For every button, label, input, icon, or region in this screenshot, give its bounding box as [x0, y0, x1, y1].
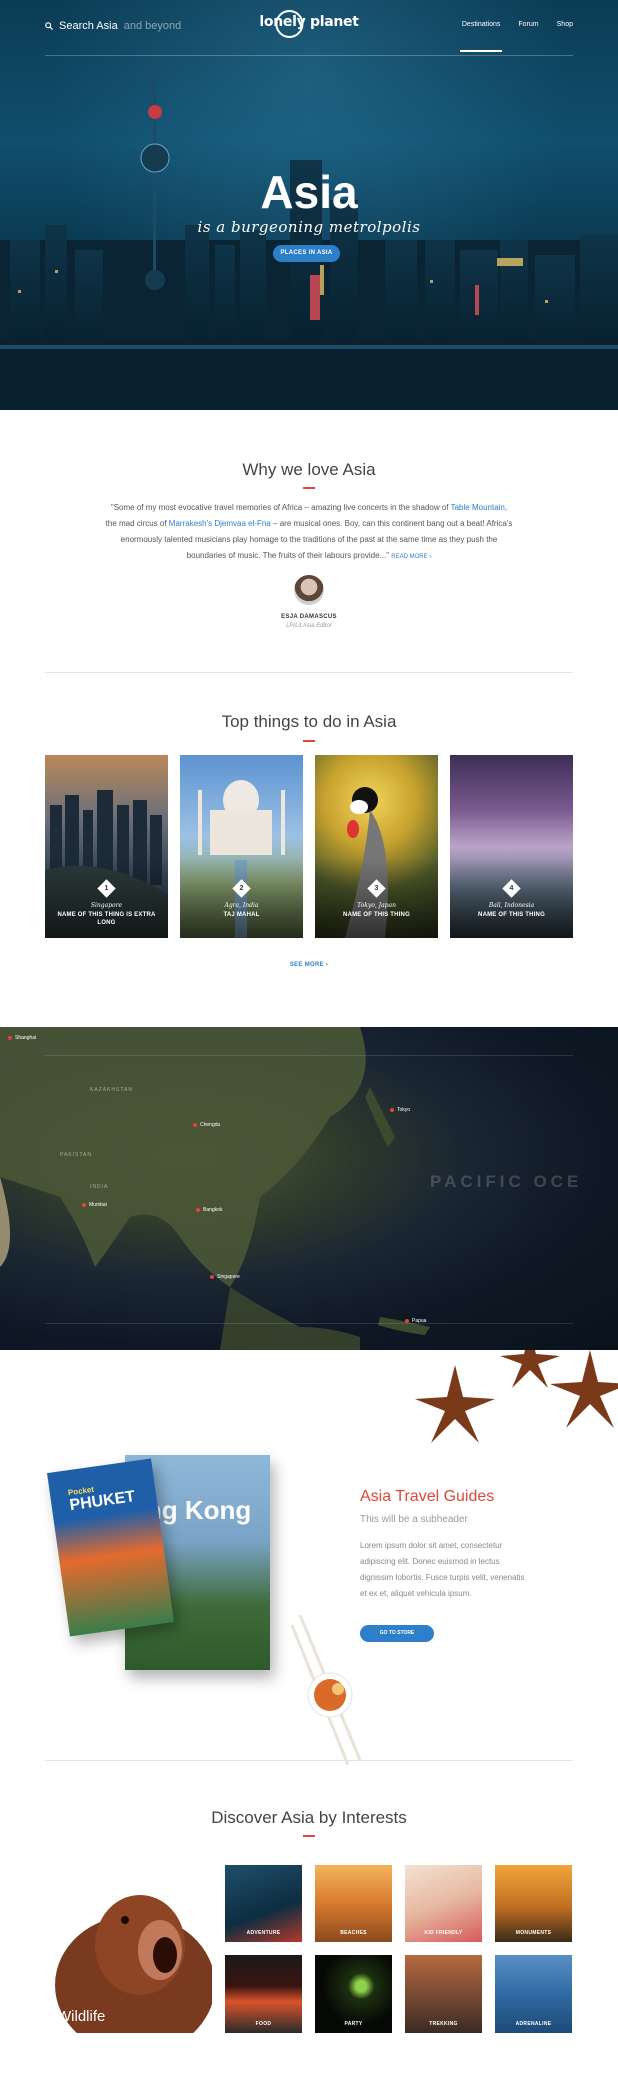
map-pin[interactable]: Mumbai: [82, 1202, 107, 1208]
map-frame-line: [45, 1055, 573, 1056]
interest-tile[interactable]: FOOD: [225, 1955, 302, 2033]
tile-label: KID FRIENDLY: [424, 1930, 463, 1936]
thing-card[interactable]: 4 Bali, Indonesia NAME OF THIS THING: [450, 755, 573, 938]
why-divider: [303, 487, 315, 489]
map-pin[interactable]: Papua: [405, 1318, 426, 1324]
wildlife-tile[interactable]: Wildlife: [45, 1865, 212, 2033]
nav-shop[interactable]: Shop: [557, 21, 573, 28]
interest-tile[interactable]: TREKKING: [405, 1955, 482, 2033]
map-pin[interactable]: Chengdu: [193, 1122, 220, 1128]
quote-text: – are musical ones. Boy, can this contin…: [270, 519, 513, 528]
tile-label: ADRENALINE: [515, 2021, 552, 2027]
star-anise-decoration: [415, 1350, 618, 1443]
region-label: PAKISTAN: [60, 1152, 92, 1158]
interests-divider: [303, 1835, 315, 1837]
places-in-asia-button[interactable]: PLACES IN ASIA: [273, 245, 340, 262]
quote-text: boundaries of music. The fruits of their…: [186, 551, 390, 560]
go-to-store-button[interactable]: GO TO STORE: [360, 1625, 434, 1642]
interest-tile[interactable]: BEACHES: [315, 1865, 392, 1942]
region-label: INDIA: [90, 1184, 109, 1190]
read-more-link[interactable]: READ MORE ›: [391, 554, 431, 560]
card-place: Singapore: [90, 902, 123, 909]
wildlife-label: Wildlife: [57, 2008, 106, 2025]
section-divider: [45, 1760, 573, 1761]
search-label: Search Asia: [59, 20, 118, 32]
thing-card[interactable]: 2 Agra, India TAJ MAHAL: [180, 755, 303, 938]
hero-section: Search Asia and beyond lonely planet Des…: [0, 0, 618, 410]
card-shade: [450, 858, 573, 938]
thing-card[interactable]: 1 Singapore NAME OF THIS THING IS EXTRA …: [45, 755, 168, 938]
quote-text: the mad circus of: [105, 519, 169, 528]
hero-subtitle: is a burgeoning metrolpolis: [197, 218, 421, 236]
guides-subtitle: This will be a subheader: [360, 1514, 468, 1525]
map-pin[interactable]: Singapore: [210, 1274, 240, 1280]
search-placeholder: and beyond: [123, 20, 182, 32]
guides-title: Asia Travel Guides: [360, 1488, 495, 1505]
logo-ring: [275, 10, 304, 38]
interest-tile[interactable]: ADRENALINE: [495, 1955, 572, 2033]
logo-text: lonely planet: [259, 14, 359, 30]
nav-forum[interactable]: Forum: [518, 21, 538, 28]
top-things-title: Top things to do in Asia: [221, 712, 397, 731]
guides-body: Lorem ipsum dolor sit amet, consectetur …: [360, 1541, 525, 1598]
rank-badge: 3: [367, 879, 386, 898]
marrakesh-link[interactable]: Marrakesh's Djemvaa el-Fna: [169, 519, 271, 528]
card-place: Bali, Indonesia: [488, 902, 535, 909]
map-pin[interactable]: Bangkok: [196, 1207, 222, 1213]
card-shade: [315, 858, 438, 938]
quote-text: "Some of my most evocative travel memori…: [110, 503, 451, 512]
tile-label: ADVENTURE: [246, 1930, 281, 1936]
map-frame-line: [45, 1323, 573, 1324]
card-name: NAME OF THIS THING: [478, 912, 545, 918]
top-navigation: Search Asia and beyond lonely planet Des…: [45, 10, 573, 56]
search-icon: [45, 22, 53, 30]
top-things-divider: [303, 740, 315, 742]
see-more-link[interactable]: SEE MORE ›: [0, 962, 618, 968]
author-name: ESJA DAMASCUS: [281, 614, 337, 620]
region-label: KAZAKHSTAN: [90, 1087, 133, 1093]
chopsticks-bowl-image: [290, 1615, 362, 1765]
quote-text: ,: [504, 503, 508, 512]
table-mountain-link[interactable]: Table Mountain: [451, 503, 505, 512]
nav-destinations[interactable]: Destinations: [459, 21, 502, 52]
quote-text: enormously talented musicians play homag…: [120, 535, 498, 544]
interest-tile[interactable]: MONUMENTS: [495, 1865, 572, 1942]
card-name: NAME OF THIS THING: [343, 912, 410, 918]
why-quote: "Some of my most evocative travel memori…: [85, 500, 533, 565]
interest-tile[interactable]: ADVENTURE: [225, 1865, 302, 1942]
tile-label: FOOD: [255, 2021, 272, 2027]
rank-badge: 1: [97, 879, 116, 898]
card-place: Tokyo, Japan: [357, 902, 396, 909]
asia-map[interactable]: KAZAKHSTAN PAKISTAN INDIA PACIFIC OCE Sh…: [0, 1027, 618, 1350]
author-role: LP/Lit Asia Editor: [286, 623, 332, 629]
tile-label: MONUMENTS: [515, 1930, 552, 1936]
card-place: Agra, India: [224, 902, 259, 909]
section-divider: [45, 672, 573, 673]
interests-title: Discover Asia by Interests: [211, 1808, 407, 1827]
author-avatar: [294, 575, 324, 605]
interest-tile[interactable]: KID FRIENDLY: [405, 1865, 482, 1942]
map-pin[interactable]: Tokyo: [390, 1107, 410, 1113]
tile-label: TREKKING: [429, 2021, 458, 2027]
why-title: Why we love Asia: [242, 460, 376, 479]
tile-label: PARTY: [344, 2021, 363, 2027]
rank-badge: 4: [502, 879, 521, 898]
ocean-label: PACIFIC OCE: [430, 1172, 583, 1191]
card-shade: [180, 858, 303, 938]
map-pin[interactable]: Shanghai: [8, 1035, 36, 1041]
lonely-planet-logo[interactable]: lonely planet: [259, 10, 359, 38]
tile-label: BEACHES: [340, 1930, 367, 1936]
card-name: NAME OF THIS THING IS EXTRA LONG: [57, 912, 156, 926]
search-input[interactable]: Search Asia and beyond: [45, 20, 181, 32]
hero-title: Asia: [260, 166, 358, 218]
main-nav: Destinations Forum Shop: [459, 21, 573, 52]
card-name: TAJ MAHAL: [223, 912, 260, 918]
interest-tile[interactable]: PARTY: [315, 1955, 392, 2033]
thing-card[interactable]: 3 Tokyo, Japan NAME OF THIS THING: [315, 755, 438, 938]
rank-badge: 2: [232, 879, 251, 898]
